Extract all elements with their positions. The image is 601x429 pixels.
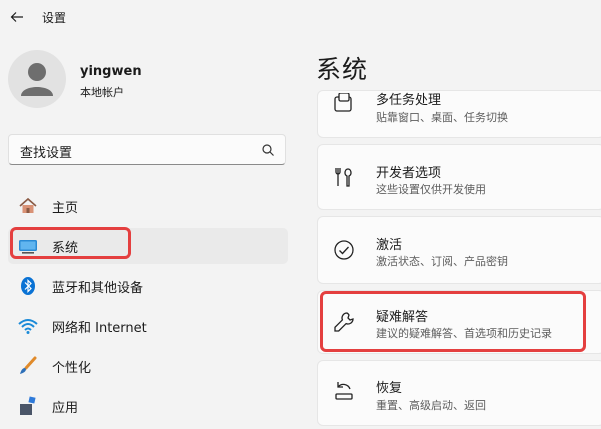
avatar[interactable] — [8, 50, 66, 108]
multitasking-icon — [334, 93, 352, 112]
nav-label: 网络和 Internet — [52, 321, 147, 336]
card-subtitle: 激活状态、订阅、产品密钥 — [376, 255, 508, 268]
search-input[interactable]: 查找设置 — [8, 134, 286, 165]
card-activation[interactable]: 激活 激活状态、订阅、产品密钥 — [317, 216, 601, 284]
page-title: 系统 — [316, 55, 369, 84]
home-icon — [19, 197, 37, 213]
network-icon — [18, 319, 38, 334]
nav-label: 个性化 — [52, 361, 92, 376]
person-icon — [21, 63, 53, 96]
card-multitasking[interactable]: 多任务处理 贴靠窗口、桌面、任务切换 — [317, 90, 601, 138]
highlight-box-system — [10, 227, 131, 259]
card-title: 开发者选项 — [376, 166, 442, 181]
apps-icon — [20, 396, 36, 415]
nav-item-bluetooth[interactable]: 蓝牙和其他设备 — [8, 268, 288, 304]
nav-label: 蓝牙和其他设备 — [52, 281, 144, 296]
card-subtitle: 贴靠窗口、桌面、任务切换 — [376, 111, 508, 124]
card-subtitle: 这些设置仅供开发使用 — [376, 183, 486, 196]
card-title: 恢复 — [376, 381, 403, 396]
back-arrow-icon — [10, 12, 23, 22]
account-type: 本地帐户 — [80, 86, 124, 99]
nav-item-network[interactable]: 网络和 Internet — [8, 308, 288, 344]
nav-label: 应用 — [52, 401, 79, 416]
card-developer-options[interactable]: 开发者选项 这些设置仅供开发使用 — [317, 144, 601, 210]
nav-label: 主页 — [52, 201, 79, 216]
nav-item-personalization[interactable]: 个性化 — [8, 348, 288, 384]
window-title: 设置 — [42, 11, 67, 25]
nav-item-home[interactable]: 主页 — [8, 188, 288, 224]
highlight-box-troubleshoot — [320, 291, 586, 352]
nav-item-apps[interactable]: 应用 — [8, 388, 288, 424]
developer-tools-icon — [335, 168, 352, 187]
brush-icon — [20, 356, 37, 374]
back-button[interactable] — [8, 8, 26, 26]
search-icon[interactable] — [261, 143, 275, 157]
card-subtitle: 重置、高级启动、返回 — [376, 399, 486, 412]
card-title: 激活 — [376, 238, 403, 253]
user-name: yingwen — [80, 64, 142, 79]
search-placeholder: 查找设置 — [20, 146, 73, 161]
activation-check-icon — [334, 240, 354, 260]
recovery-icon — [335, 382, 353, 400]
bluetooth-icon — [21, 277, 35, 295]
card-recovery[interactable]: 恢复 重置、高级启动、返回 — [317, 360, 601, 426]
card-title: 多任务处理 — [376, 93, 442, 108]
